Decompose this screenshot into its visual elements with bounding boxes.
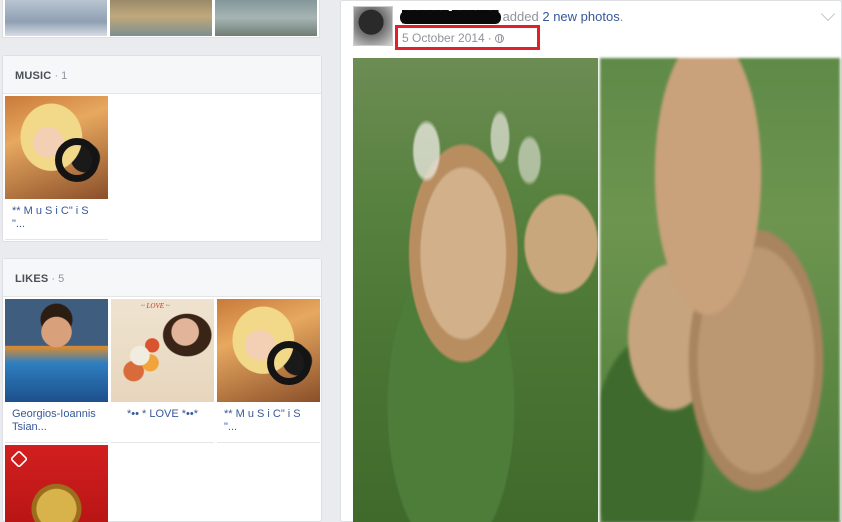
separator-dot: · (51, 273, 56, 285)
likes-count: 5 (58, 273, 65, 285)
likes-title[interactable]: LIKES (15, 273, 48, 285)
post-action-prefix: added (502, 9, 539, 24)
love-decoration: ~ LOVE ~ (141, 302, 170, 310)
liked-page-image[interactable] (5, 299, 108, 402)
music-count: 1 (61, 70, 68, 82)
separator-dot: · (487, 31, 492, 45)
liked-page-name[interactable]: *•• * LOVE *••* (111, 402, 214, 442)
liked-page-tile[interactable]: Georgios-Ioannis Tsian... (5, 299, 108, 443)
photo-thumbnail[interactable] (215, 0, 317, 36)
chevron-down-icon[interactable] (820, 6, 836, 22)
liked-page-image[interactable] (5, 445, 108, 522)
music-grid: ** M u S i C" i S "... (3, 94, 321, 240)
liked-page-image[interactable] (217, 299, 320, 402)
post-photo[interactable] (600, 58, 840, 522)
post-date[interactable]: 5 October 2014 (402, 31, 485, 45)
music-title[interactable]: MUSIC (15, 70, 51, 82)
music-page-image[interactable] (5, 96, 108, 199)
music-box: MUSIC · 1 ** M u S i C" i S "... (2, 55, 322, 242)
liked-page-image[interactable]: ~ LOVE ~ (111, 299, 214, 402)
likes-box-header: LIKES · 5 (3, 259, 321, 297)
liked-page-name[interactable]: Georgios-Ioannis Tsian... (5, 402, 108, 442)
left-column: MUSIC · 1 ** M u S i C" i S "... LIKES · 5 G… (0, 0, 324, 522)
likes-box: LIKES · 5 Georgios-Ioannis Tsian... ~ LOVE… (2, 258, 322, 522)
headphones-graphic (267, 341, 311, 385)
likes-grid: Georgios-Ioannis Tsian... ~ LOVE ~ *•• *… (3, 297, 321, 522)
timeline-post: ██████ ██████ added 2 new photos. 5 Octob… (340, 0, 842, 522)
photo-thumbnail[interactable] (5, 0, 107, 36)
post-photo[interactable] (353, 58, 598, 522)
liked-page-name[interactable]: ** M u S i C" i S "... (217, 402, 320, 442)
post-timestamp-highlight: 5 October 2014 · (395, 25, 540, 50)
post-action-suffix: . (619, 9, 624, 24)
globe-icon[interactable] (494, 34, 504, 43)
post-photos-link[interactable]: 2 new photos (542, 9, 619, 24)
headphones-graphic (55, 138, 99, 182)
liked-page-tile[interactable] (5, 445, 108, 522)
music-tile[interactable]: ** M u S i C" i S "... (5, 96, 108, 240)
liked-page-tile[interactable]: ~ LOVE ~ *•• * LOVE *••* (111, 299, 214, 443)
avatar[interactable] (353, 6, 393, 46)
author-name[interactable]: ██████ ██████ (400, 11, 501, 25)
music-box-header: MUSIC · 1 (3, 56, 321, 94)
post-header: ██████ ██████ added 2 new photos. (400, 9, 624, 25)
game-logo-icon (9, 449, 29, 469)
photo-thumbnail[interactable] (110, 0, 212, 36)
music-page-name[interactable]: ** M u S i C" i S "... (5, 199, 108, 239)
separator-dot: · (54, 70, 59, 82)
facebook-timeline: MUSIC · 1 ** M u S i C" i S "... LIKES · 5 G… (0, 0, 842, 522)
photos-strip (2, 0, 320, 38)
liked-page-tile[interactable]: ** M u S i C" i S "... (217, 299, 320, 443)
